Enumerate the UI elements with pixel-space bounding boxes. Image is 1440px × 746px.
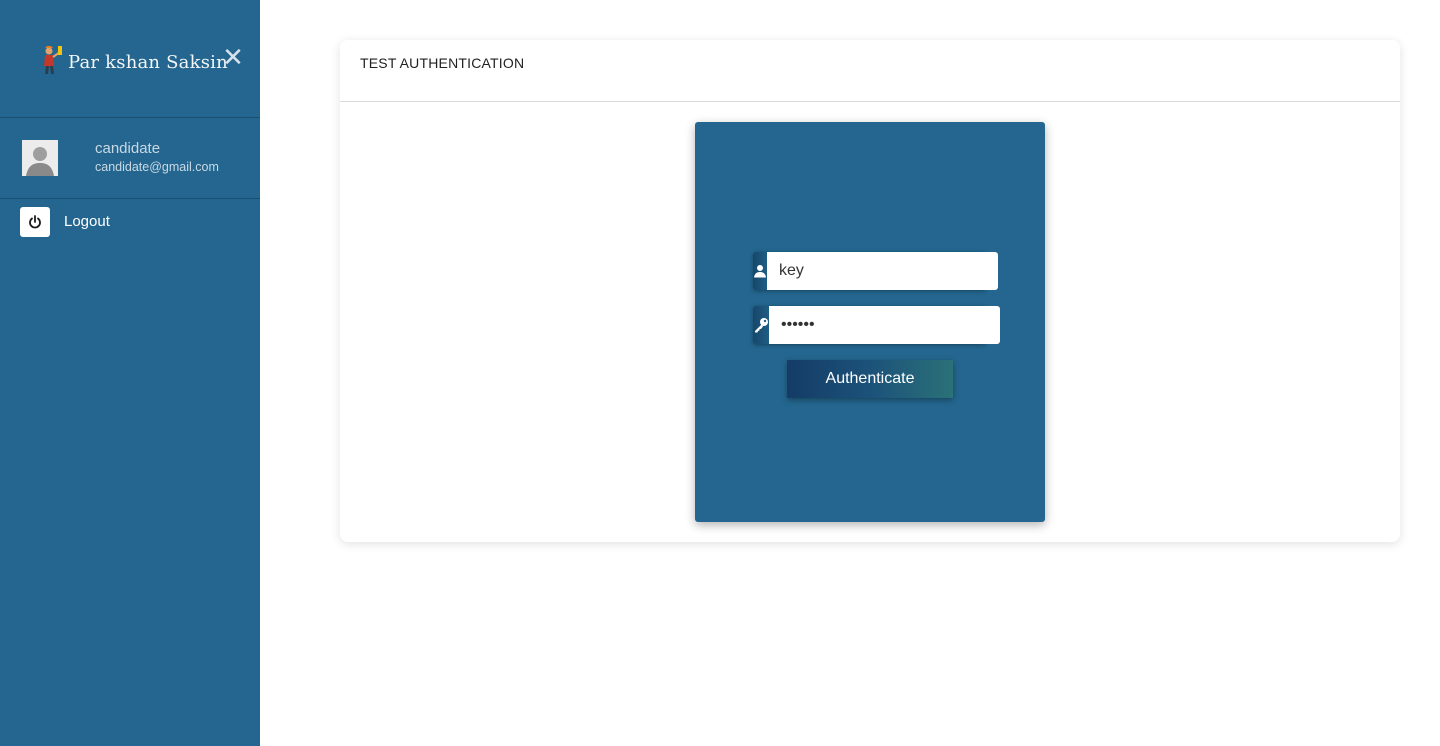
sidebar-brand: Par kshan Saksin ✕ xyxy=(0,0,260,118)
key-icon xyxy=(753,306,769,344)
user-avatar xyxy=(22,140,58,176)
logout-label: Logout xyxy=(64,213,110,230)
user-email: candidate@gmail.com xyxy=(95,160,219,174)
app-logo[interactable]: Par kshan Saksin xyxy=(38,42,228,76)
key-field xyxy=(753,252,998,290)
user-name: candidate xyxy=(95,140,161,157)
authenticate-button[interactable]: Authenticate xyxy=(787,360,953,398)
logo-text: Par kshan Saksin xyxy=(68,52,228,73)
avatar-silhouette-icon xyxy=(22,140,58,176)
auth-form-panel: Authenticate xyxy=(695,122,1045,522)
sidebar: Par kshan Saksin ✕ candidate candidate@g… xyxy=(0,0,260,746)
power-icon xyxy=(20,207,50,237)
close-sidebar-button[interactable]: ✕ xyxy=(222,44,244,70)
logout-button[interactable]: Logout xyxy=(0,199,260,245)
password-input[interactable] xyxy=(769,306,1000,344)
close-icon: ✕ xyxy=(222,42,244,72)
mascot-figure-icon xyxy=(44,46,62,74)
user-icon xyxy=(753,252,767,290)
page-title: TEST AUTHENTICATION xyxy=(360,55,525,71)
password-field xyxy=(753,306,1000,344)
card-header: TEST AUTHENTICATION xyxy=(340,40,1400,102)
test-authentication-card: TEST AUTHENTICATION Authenticate xyxy=(340,40,1400,542)
key-input[interactable] xyxy=(767,252,998,290)
user-profile: candidate candidate@gmail.com xyxy=(0,118,260,199)
